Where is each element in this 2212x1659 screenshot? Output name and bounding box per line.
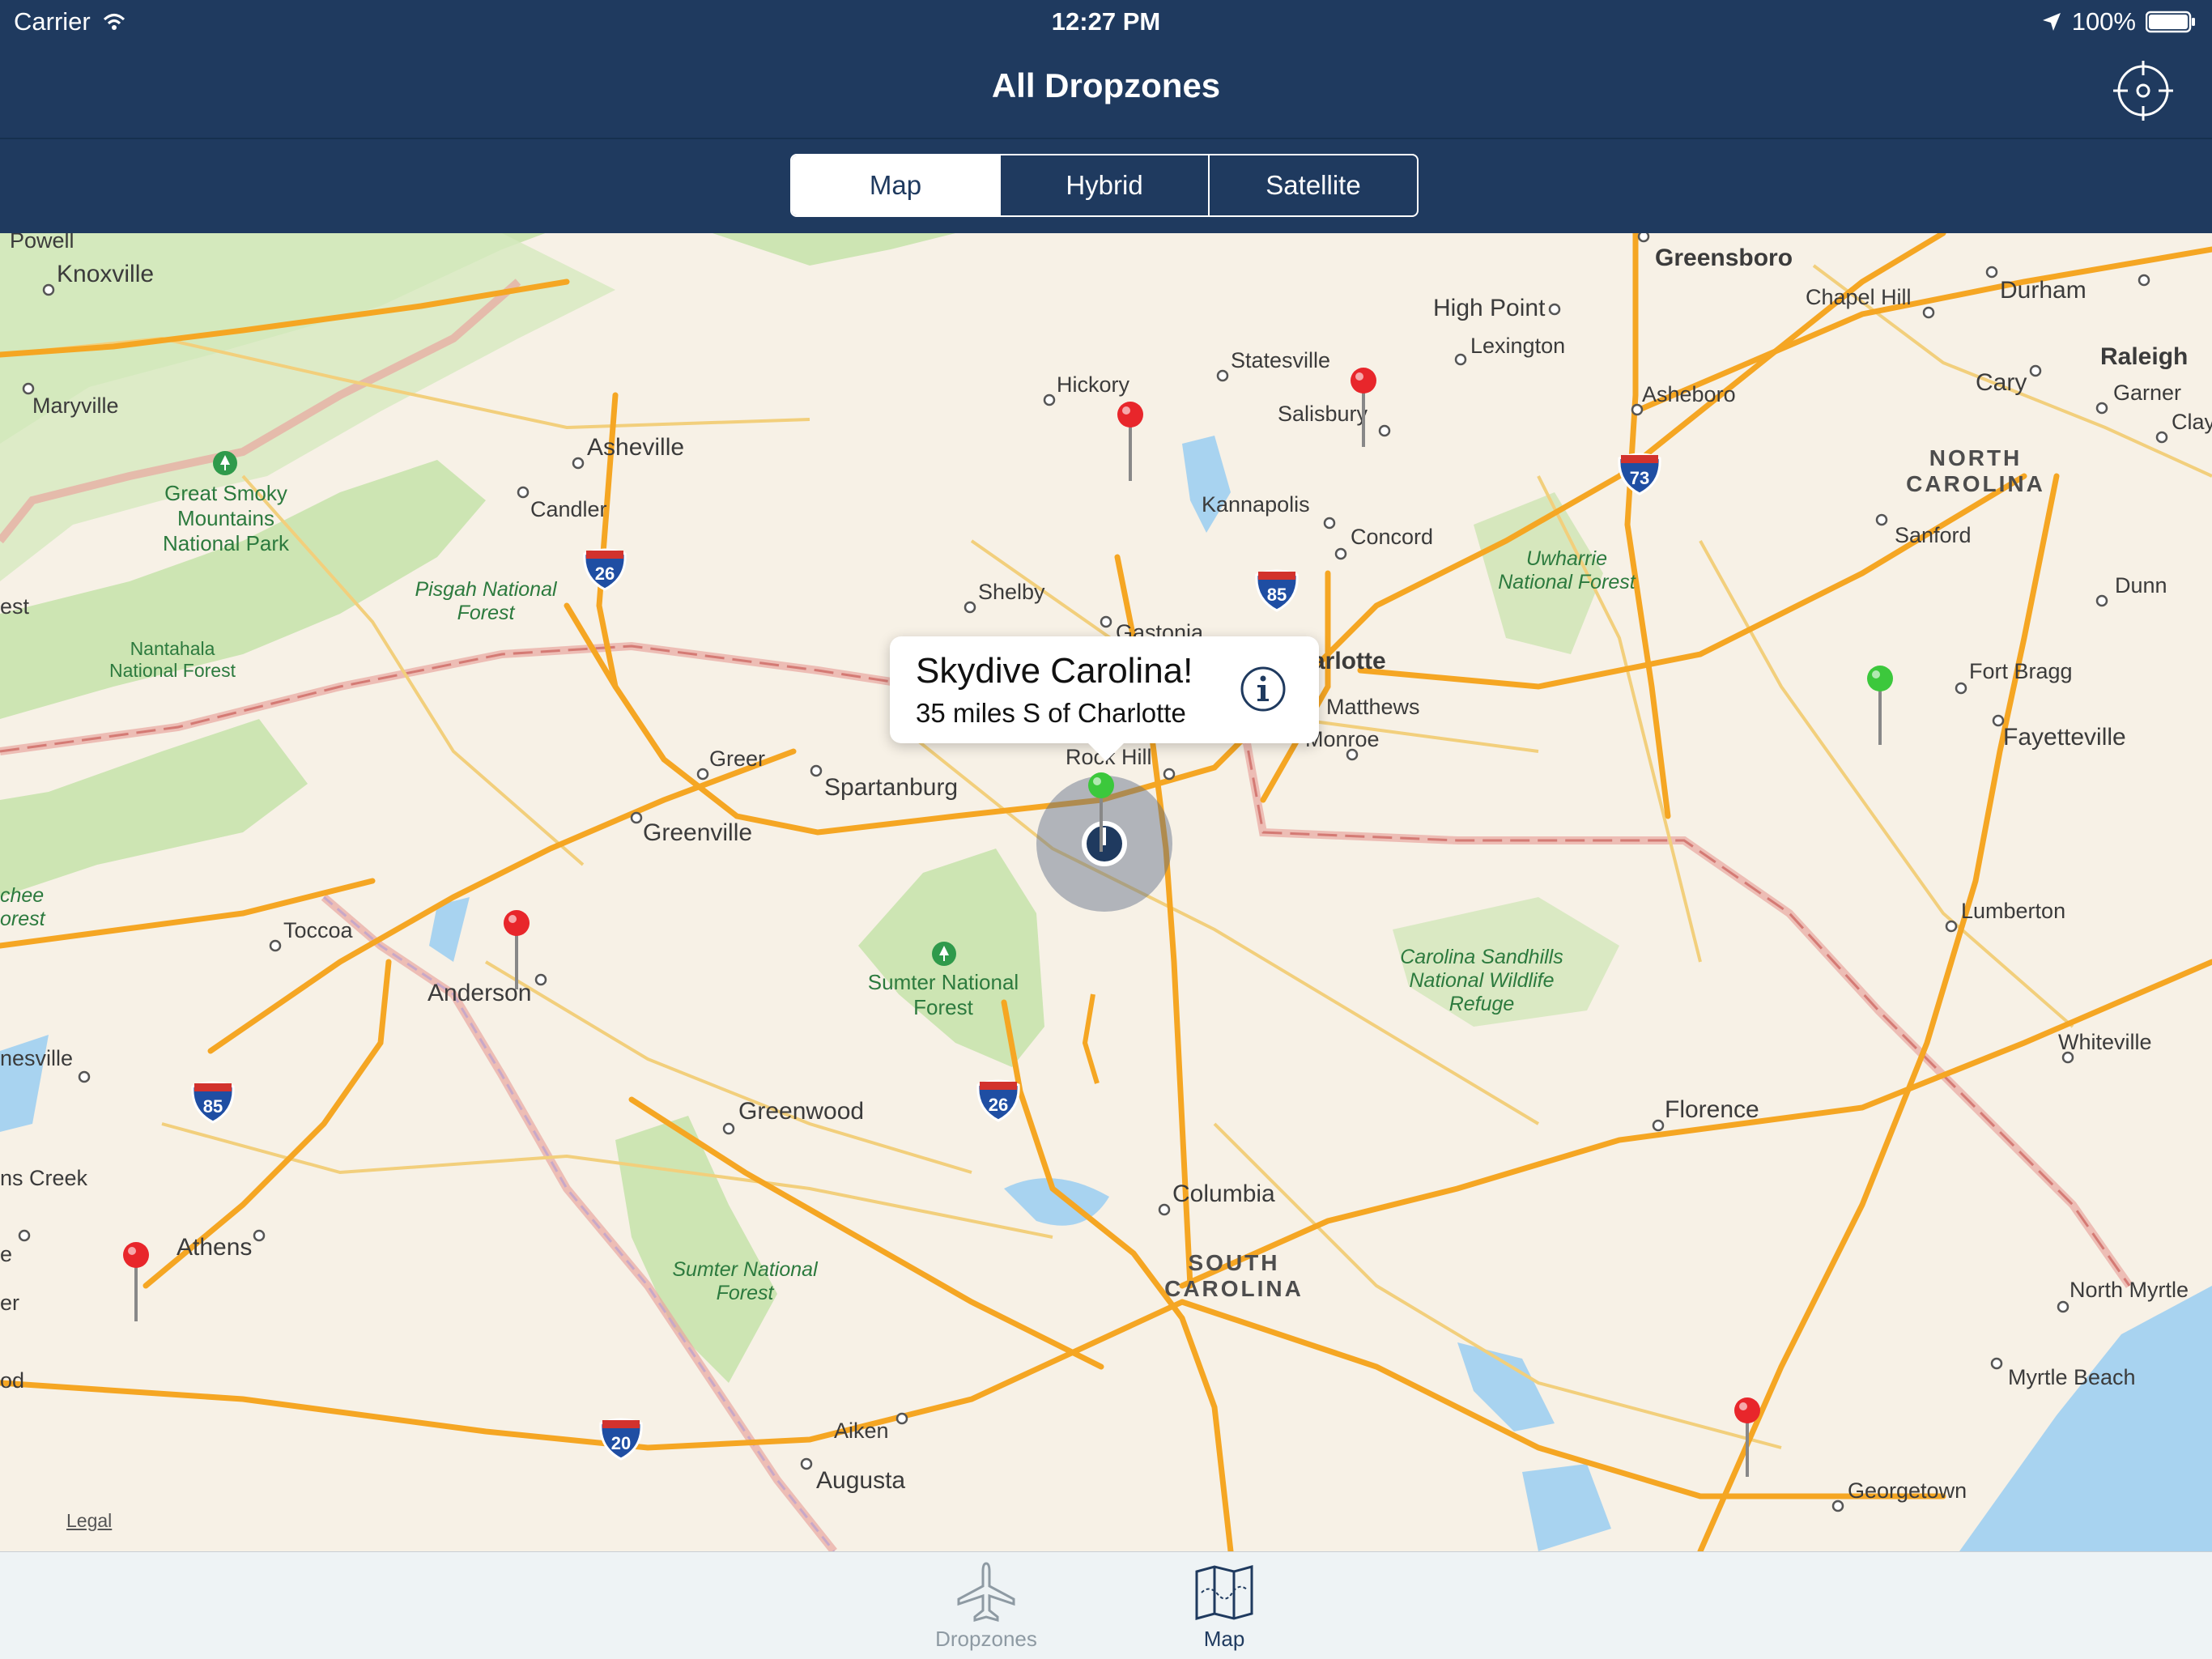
locate-button[interactable] <box>2113 61 2173 121</box>
pin-head <box>1088 772 1114 798</box>
navigation-bar: Carrier 12:27 PM 100% All Dropzones Map … <box>0 0 2212 233</box>
clock: 12:27 PM <box>1051 7 1161 36</box>
pin-head <box>1117 402 1143 428</box>
tab-dropzones[interactable]: Dropzones <box>897 1552 1075 1659</box>
pin-head <box>1351 368 1376 393</box>
dropzone-pin[interactable] <box>123 1240 155 1329</box>
crosshair-locate-icon <box>2113 61 2173 121</box>
map-view[interactable]: Knoxville Powell Maryville Asheville Can… <box>0 233 2212 1551</box>
status-right: 100% <box>2041 7 2196 36</box>
tab-bar: Dropzones Map <box>0 1551 2212 1659</box>
navbar-divider <box>0 138 2212 139</box>
tab-map[interactable]: Map <box>1135 1552 1313 1659</box>
pin-head <box>504 910 530 936</box>
dropzone-callout[interactable]: Skydive Carolina! 35 miles S of Charlott… <box>890 636 1319 761</box>
dropzone-pin[interactable] <box>1867 664 1899 753</box>
dropzone-pin[interactable] <box>1734 1396 1767 1485</box>
map-type-segmented-control: Map Hybrid Satellite <box>790 154 1419 217</box>
pin-head <box>1867 666 1893 691</box>
info-circle-icon[interactable] <box>1240 666 1287 713</box>
dropzone-pin[interactable] <box>1351 366 1383 455</box>
dropzone-pin[interactable] <box>504 908 536 998</box>
location-arrow-icon <box>2042 13 2061 31</box>
tab-label: Map <box>1203 1627 1245 1651</box>
folded-map-icon <box>1195 1565 1253 1620</box>
segment-map[interactable]: Map <box>792 155 1001 215</box>
legal-link[interactable]: Legal <box>66 1510 112 1532</box>
callout-subtitle: 35 miles S of Charlotte <box>916 698 1186 728</box>
battery-percent: 100% <box>2071 7 2136 36</box>
pin-head <box>123 1242 149 1268</box>
page-title: All Dropzones <box>991 66 1221 104</box>
pin-head <box>1734 1397 1760 1423</box>
callout-title: Skydive Carolina! <box>916 651 1193 691</box>
status-bar: Carrier 12:27 PM 100% <box>0 0 2212 45</box>
dropzone-pin[interactable] <box>1117 400 1150 489</box>
battery-icon <box>2146 11 2195 33</box>
tab-label: Dropzones <box>935 1627 1037 1651</box>
dropzone-pin-selected[interactable] <box>1085 771 1117 860</box>
segment-satellite[interactable]: Satellite <box>1210 155 1417 215</box>
airplane-icon <box>957 1562 1015 1622</box>
segment-hybrid[interactable]: Hybrid <box>1001 155 1210 215</box>
